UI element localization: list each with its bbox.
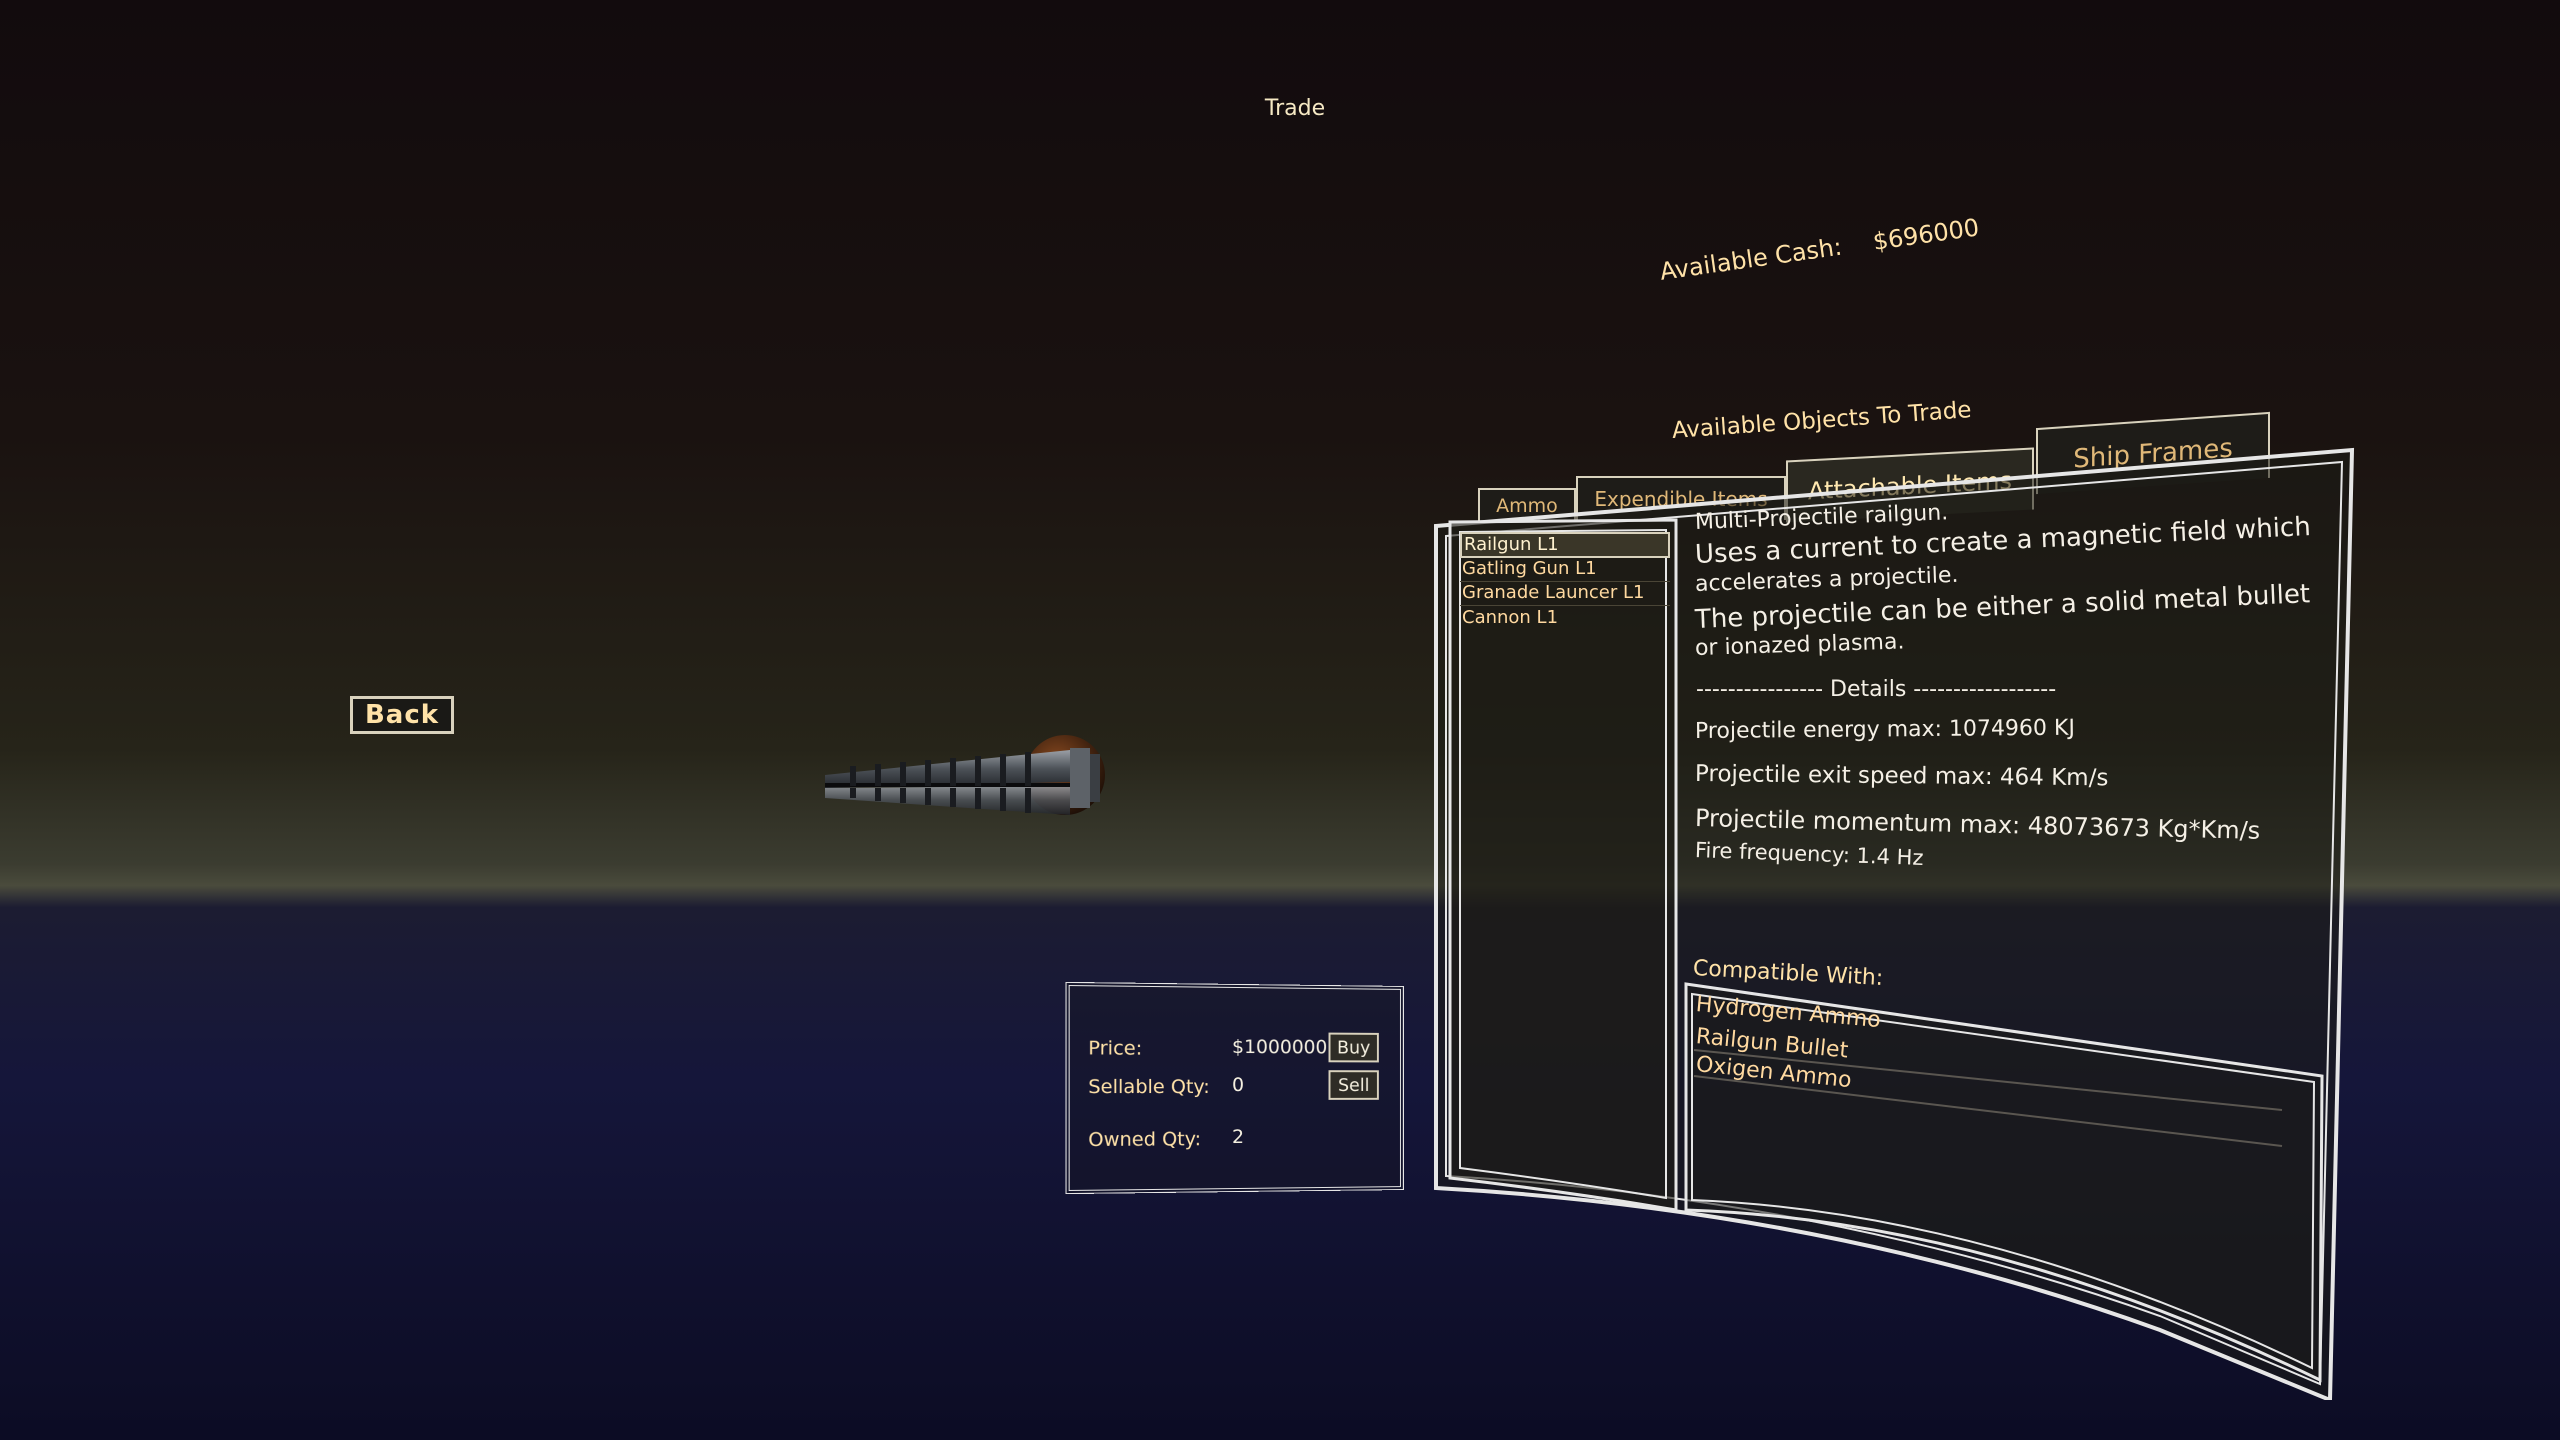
detail-exit-speed: Projectile exit speed max: 464 Km/s [1694, 761, 2109, 792]
owned-qty-value: 2 [1232, 1125, 1245, 1149]
owned-qty-label: Owned Qty: [1088, 1128, 1202, 1152]
railgun-model-preview [825, 735, 1105, 815]
list-item-railgun[interactable]: Railgun L1 [1460, 532, 1670, 558]
list-item-cannon[interactable]: Cannon L1 [1460, 607, 1670, 631]
list-item-granade-launcer[interactable]: Granade Launcer L1 [1460, 582, 1670, 606]
sellable-qty-label: Sellable Qty: [1088, 1075, 1210, 1099]
sell-button[interactable]: Sell [1328, 1070, 1379, 1100]
details-header: ---------------- Details ---------------… [1696, 677, 2057, 702]
detail-energy: Projectile energy max: 1074960 KJ [1694, 715, 2076, 744]
cash-label: Available Cash: [1658, 232, 1844, 286]
list-item-gatling-gun[interactable]: Gatling Gun L1 [1460, 558, 1670, 582]
cash-value: $696000 [1871, 213, 1981, 256]
sellable-qty-value: 0 [1232, 1073, 1245, 1097]
buy-button[interactable]: Buy [1328, 1032, 1379, 1063]
price-panel: Price: $1000000 Buy Sellable Qty: 0 Sell… [1065, 981, 1404, 1195]
price-label: Price: [1088, 1037, 1143, 1060]
available-cash: Available Cash: $696000 [1658, 213, 1981, 286]
price-value: $1000000 [1232, 1035, 1328, 1059]
screen-title: Trade [1264, 96, 1326, 121]
back-button[interactable]: Back [350, 696, 454, 734]
